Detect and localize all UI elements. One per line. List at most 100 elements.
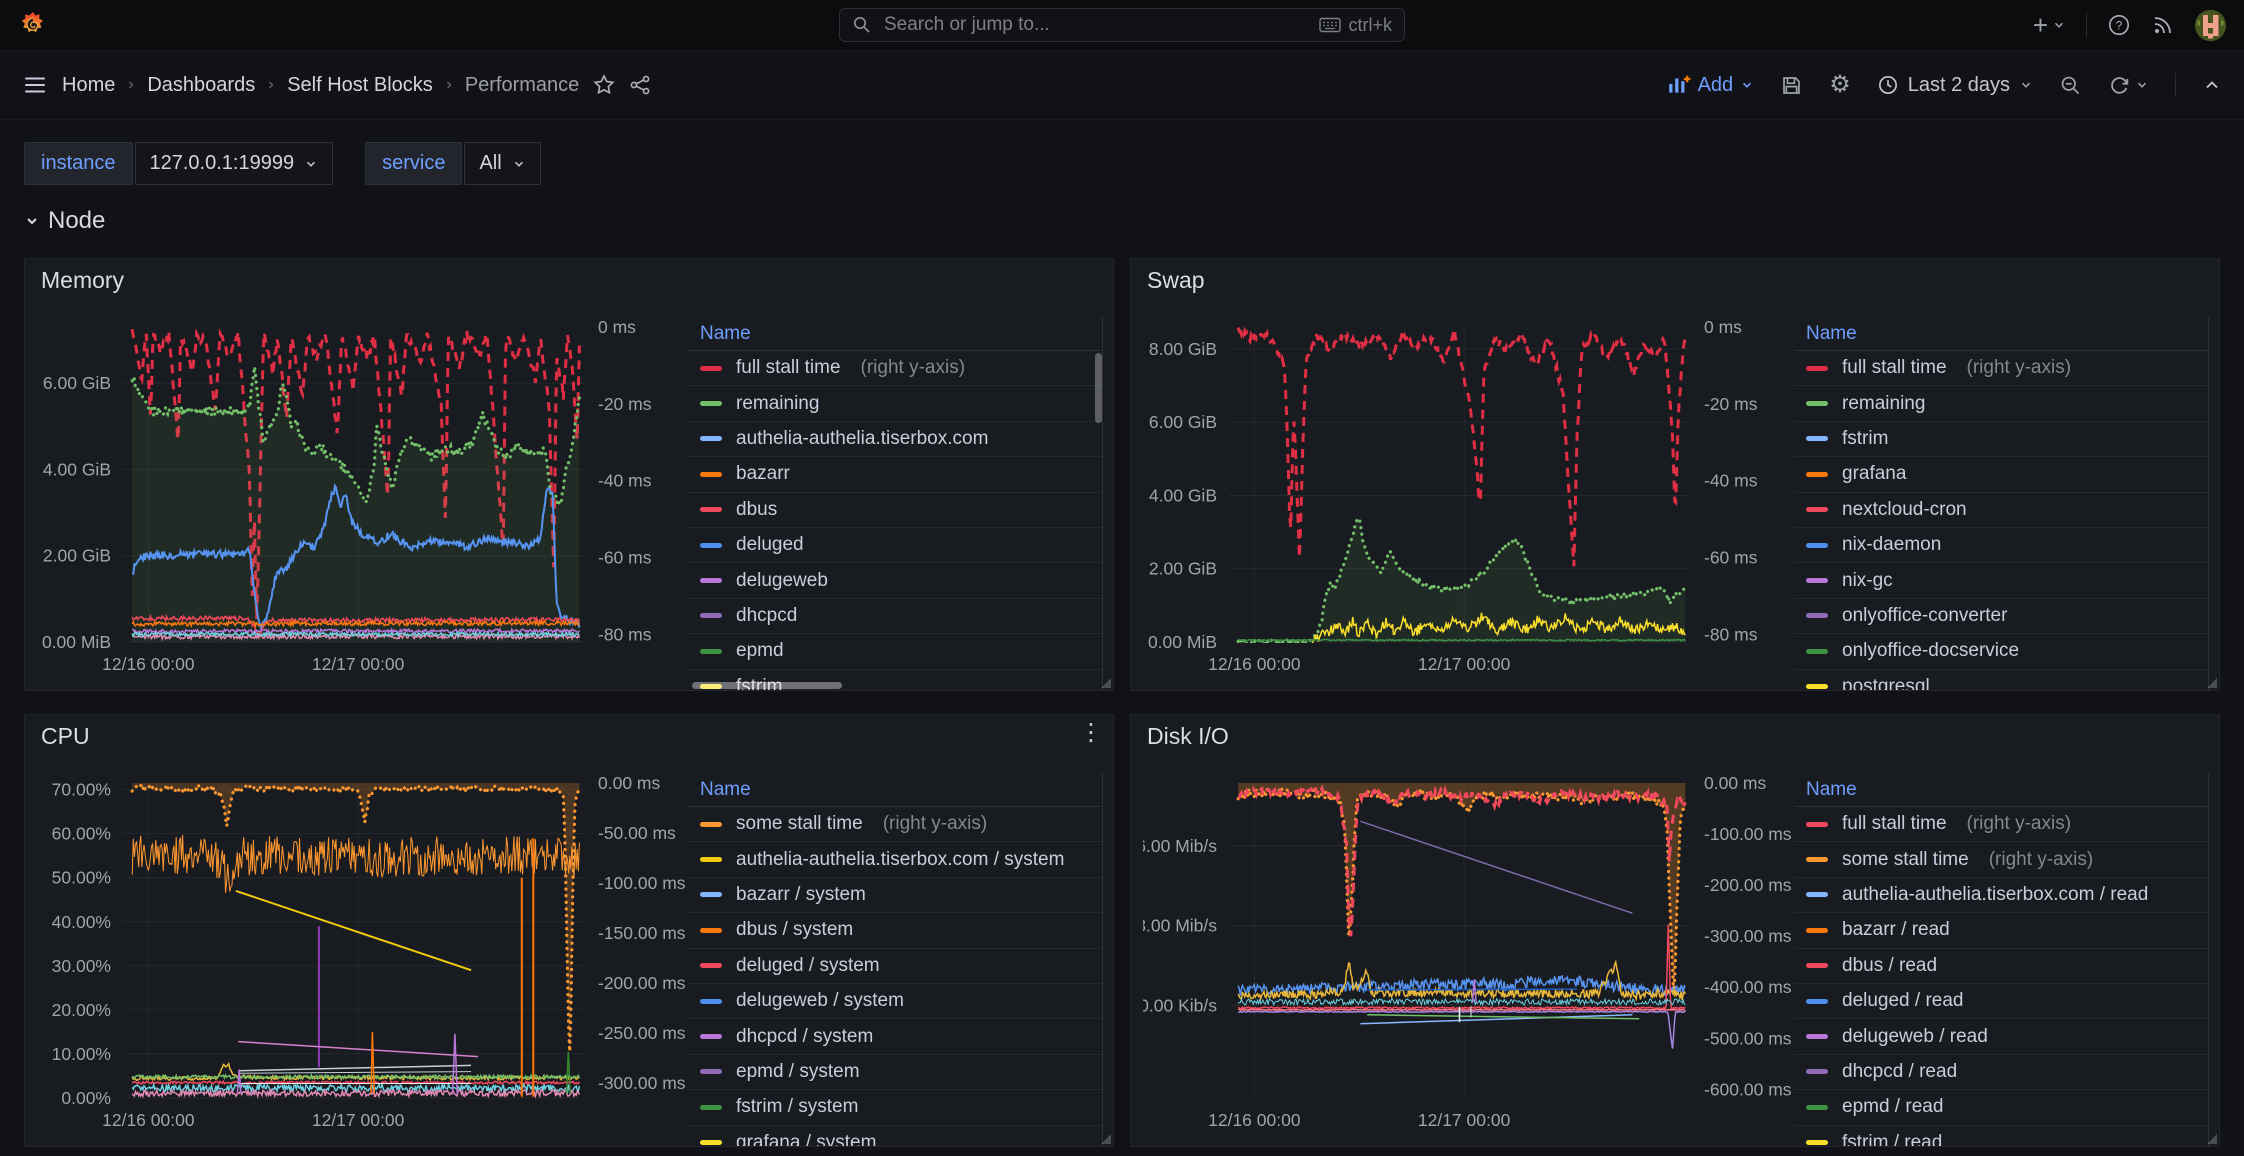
legend-item[interactable]: epmd (688, 634, 1102, 669)
settings-button[interactable]: ⚙ (1829, 73, 1851, 97)
kebab-menu-icon[interactable]: ⋮ (1079, 721, 1103, 745)
search-bar[interactable]: ctrl+k (839, 8, 1405, 42)
legend-item[interactable]: epmd / read (1794, 1090, 2208, 1125)
resize-handle[interactable] (2207, 678, 2217, 688)
legend-header-name[interactable]: Name (688, 773, 1102, 807)
variable-label[interactable]: instance (24, 142, 133, 185)
legend-item[interactable]: remaining (1794, 386, 2208, 421)
legend-item[interactable]: dhcpcd / system (688, 1019, 1102, 1054)
legend-header-name[interactable]: Name (1794, 317, 2208, 351)
legend-item[interactable]: dbus / read (1794, 949, 2208, 984)
variable-value-dropdown[interactable]: 127.0.0.1:19999 (135, 142, 334, 185)
time-series-chart[interactable]: 0.00 MiB2.00 GiB4.00 GiB6.00 GiB0 ms-20 … (37, 301, 688, 682)
legend-item[interactable]: deluged / system (688, 949, 1102, 984)
variable-label[interactable]: service (365, 142, 462, 185)
time-series-chart[interactable]: 0.00 MiB2.00 GiB4.00 GiB6.00 GiB8.00 GiB… (1143, 301, 1794, 682)
legend-horizontal-scrollbar[interactable] (692, 682, 842, 689)
breadcrumb-item[interactable]: Home (62, 74, 115, 97)
legend-vertical-scrollbar[interactable] (1095, 353, 1102, 423)
legend-item[interactable]: epmd / system (688, 1055, 1102, 1090)
legend-item[interactable]: postgresql (1794, 670, 2208, 690)
legend-item[interactable]: dhcpcd (688, 599, 1102, 634)
panel-title[interactable]: Swap (1147, 267, 1205, 294)
section-row-node[interactable]: Node (24, 207, 105, 235)
chevron-up-icon (2202, 75, 2222, 95)
legend-item[interactable]: fstrim / system (688, 1090, 1102, 1125)
panel-header: Disk I/O (1131, 715, 2219, 757)
grafana-logo[interactable] (18, 10, 48, 40)
new-menu-button[interactable]: + (2033, 12, 2066, 38)
series-name: dbus / system (736, 919, 853, 941)
legend-item[interactable]: bazarr / system (688, 878, 1102, 913)
legend-item[interactable]: nix-gc (1794, 563, 2208, 598)
legend-item[interactable]: authelia-authelia.tiserbox.com (688, 422, 1102, 457)
variable-value-dropdown[interactable]: All (464, 142, 540, 185)
chevron-down-icon (2052, 18, 2066, 32)
panel-title[interactable]: CPU (41, 723, 90, 750)
series-color-marker (700, 1140, 722, 1145)
series-color-marker (700, 1034, 722, 1039)
svg-text:10.00%: 10.00% (52, 1044, 111, 1064)
panel-body: 0.00 Kib/s8.00 Mib/s16.00 Mib/s0.00 ms-1… (1131, 757, 2219, 1146)
refresh-button[interactable] (2108, 74, 2149, 97)
time-range-picker[interactable]: Last 2 days (1877, 74, 2033, 97)
save-button[interactable] (1780, 74, 1803, 97)
series-color-marker (1806, 928, 1828, 933)
legend-item[interactable]: full stall time(right y-axis) (1794, 351, 2208, 386)
legend-item[interactable]: full stall time(right y-axis) (1794, 807, 2208, 842)
legend-item[interactable]: remaining (688, 386, 1102, 421)
legend-item[interactable]: bazarr / read (1794, 913, 2208, 948)
search-input[interactable] (882, 13, 1309, 37)
resize-handle[interactable] (2207, 1134, 2217, 1144)
help-button[interactable]: ? (2107, 13, 2131, 37)
legend-item[interactable]: authelia-authelia.tiserbox.com / system (688, 842, 1102, 877)
legend-item[interactable]: delugeweb / read (1794, 1019, 2208, 1054)
legend-item[interactable]: onlyoffice-converter (1794, 599, 2208, 634)
news-button[interactable] (2151, 13, 2175, 37)
legend-item[interactable]: some stall time(right y-axis) (688, 807, 1102, 842)
menu-icon[interactable] (22, 72, 48, 98)
legend-header-name[interactable]: Name (1794, 773, 2208, 807)
panel-swap: Swap ⋮ 0.00 MiB2.00 GiB4.00 GiB6.00 GiB8… (1130, 258, 2220, 691)
legend-item[interactable]: onlyoffice-docservice (1794, 634, 2208, 669)
legend-item[interactable]: delugeweb / system (688, 984, 1102, 1019)
legend-item[interactable]: dhcpcd / read (1794, 1055, 2208, 1090)
add-button[interactable]: Add (1667, 73, 1755, 97)
zoom-out-button[interactable] (2059, 74, 2082, 97)
time-series-chart[interactable]: 0.00 Kib/s8.00 Mib/s16.00 Mib/s0.00 ms-1… (1143, 757, 1794, 1138)
breadcrumb-item[interactable]: Self Host Blocks (287, 74, 433, 97)
share-icon[interactable] (629, 74, 651, 96)
panel-title[interactable]: Memory (41, 267, 124, 294)
legend-item[interactable]: dbus (688, 493, 1102, 528)
legend-item[interactable]: deluged / read (1794, 984, 2208, 1019)
legend-item[interactable]: dbus / system (688, 913, 1102, 948)
legend-item[interactable]: bazarr (688, 457, 1102, 492)
legend-item[interactable]: grafana / system (688, 1126, 1102, 1146)
svg-text:-50.00 ms: -50.00 ms (598, 823, 676, 843)
legend-item[interactable]: deluged (688, 528, 1102, 563)
resize-handle[interactable] (1101, 678, 1111, 688)
svg-text:20.00%: 20.00% (52, 1000, 111, 1020)
legend-item[interactable]: fstrim / read (1794, 1126, 2208, 1146)
svg-text:8.00 GiB: 8.00 GiB (1149, 339, 1217, 359)
resize-handle[interactable] (1101, 1134, 1111, 1144)
legend-item[interactable]: delugeweb (688, 563, 1102, 598)
legend-item[interactable]: some stall time(right y-axis) (1794, 842, 2208, 877)
user-avatar[interactable] (2195, 10, 2226, 41)
star-icon[interactable] (593, 74, 615, 96)
time-series-chart[interactable]: 0.00%10.00%20.00%30.00%40.00%50.00%60.00… (37, 757, 688, 1138)
add-button-label: Add (1698, 74, 1734, 97)
legend-item[interactable]: grafana (1794, 457, 2208, 492)
svg-text:-80 ms: -80 ms (1704, 624, 1758, 644)
panel-title[interactable]: Disk I/O (1147, 723, 1229, 750)
legend-item[interactable]: authelia-authelia.tiserbox.com / read (1794, 878, 2208, 913)
legend-item[interactable]: nix-daemon (1794, 528, 2208, 563)
legend-item[interactable]: full stall time(right y-axis) (688, 351, 1102, 386)
breadcrumb-item[interactable]: Dashboards (147, 74, 255, 97)
legend-item[interactable]: fstrim (1794, 422, 2208, 457)
svg-text:0.00%: 0.00% (61, 1088, 111, 1108)
legend-item[interactable]: nextcloud-cron (1794, 493, 2208, 528)
legend-header-name[interactable]: Name (688, 317, 1102, 351)
collapse-toolbar-button[interactable] (2202, 75, 2222, 95)
keyboard-icon (1319, 16, 1341, 34)
